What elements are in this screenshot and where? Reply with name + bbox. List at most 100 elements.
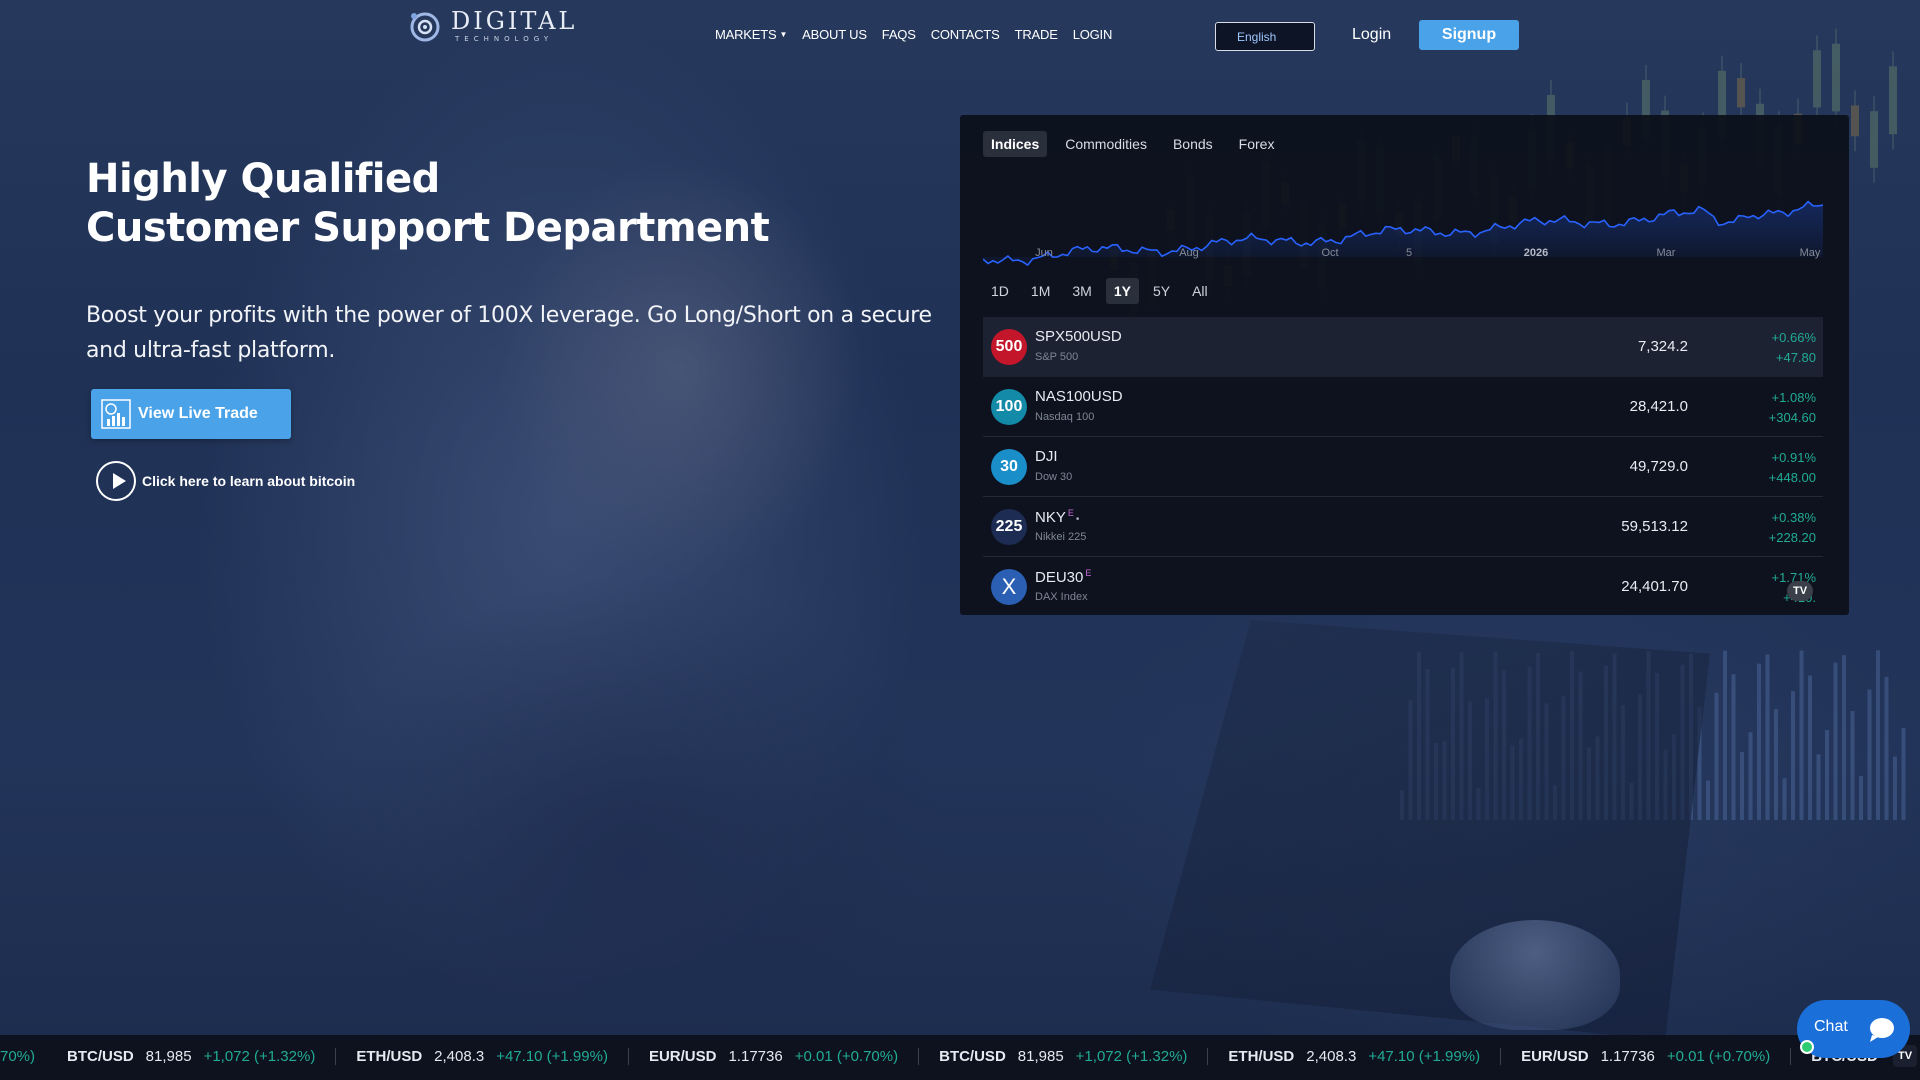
- logo-icon: [410, 12, 440, 42]
- login-button[interactable]: Login: [1352, 26, 1391, 44]
- axis-label-5: 5: [1405, 247, 1413, 259]
- index-price: 59,513.12: [1621, 518, 1688, 535]
- spx500-logo: 500: [991, 329, 1027, 365]
- ticker-price: 81,985: [1017, 1048, 1064, 1065]
- index-symbol-text: NKY: [1035, 509, 1066, 526]
- index-row-deu30[interactable]: X DEU30E DAX Index 24,401.70 +1.71% +410…: [983, 557, 1823, 617]
- hero-subtitle: Boost your profits with the power of 100…: [86, 303, 932, 363]
- nav-markets-label: MARKETS: [715, 27, 777, 42]
- nav-faqs[interactable]: FAQS: [882, 27, 916, 42]
- index-symbol: DJI: [1035, 448, 1058, 465]
- ticker-item[interactable]: BTC/USD 81,985 +1,072 (+1.32%): [47, 1048, 337, 1065]
- range-3m[interactable]: 3M: [1064, 278, 1099, 304]
- brand-logo[interactable]: DIGITAL TECHNOLOGY: [405, 6, 577, 46]
- axis-label-oct: Oct: [1321, 247, 1339, 259]
- nav-about-us[interactable]: ABOUT US: [802, 27, 867, 42]
- index-price: 7,324.2: [1637, 338, 1688, 355]
- ticker-item[interactable]: ETH/USD 2,408.3 +47.10 (+1.99%): [336, 1048, 629, 1065]
- background-candle: [1851, 105, 1859, 137]
- background-volume-bar: [1791, 691, 1795, 820]
- exchange-marker: E: [1067, 508, 1074, 518]
- index-price: 28,421.0: [1629, 398, 1688, 415]
- ticker-item[interactable]: BTC/USD 81,985 +1,072 (+1.32%): [919, 1048, 1209, 1065]
- background-volume-bar: [1893, 756, 1897, 820]
- language-select[interactable]: English: [1215, 22, 1315, 51]
- index-row-spx500[interactable]: 500 SPX500USD S&P 500 7,324.2 +0.66% +47…: [983, 317, 1823, 377]
- background-volume-bar: [1782, 778, 1787, 820]
- background-volume-bar: [1808, 675, 1812, 820]
- axis-label-aug: Aug: [1179, 247, 1199, 259]
- background-volume-bar: [1714, 692, 1719, 820]
- tradingview-logo[interactable]: TV: [1787, 581, 1813, 601]
- axis-label-mar: Mar: [1656, 247, 1676, 259]
- tab-forex[interactable]: Forex: [1231, 131, 1283, 157]
- ticker-item[interactable]: ETH/USD 2,408.3 +47.10 (+1.99%): [1208, 1048, 1502, 1065]
- ticker-price: 2,408.3: [434, 1048, 485, 1065]
- index-symbol: DEU30 E: [1035, 568, 1091, 586]
- background-volume-bar: [1731, 674, 1736, 820]
- axis-label-2026: 2026: [1523, 247, 1549, 259]
- deu30-logo: X: [991, 569, 1027, 605]
- ticker-symbol: ETH/USD: [1228, 1048, 1295, 1065]
- index-symbol-text: DEU30: [1035, 569, 1084, 586]
- index-symbol: NKY E•: [1035, 508, 1079, 526]
- range-5y[interactable]: 5Y: [1145, 278, 1178, 304]
- ticker-change: +0.01 (+0.70%): [1666, 1048, 1771, 1065]
- background-volume-bar: [1757, 663, 1761, 820]
- index-change-abs: +304.60: [1768, 410, 1816, 425]
- ticker-symbol: EUR/USD: [1521, 1048, 1589, 1065]
- background-volume-bar: [1723, 650, 1727, 820]
- background-volume-bar: [1876, 650, 1880, 820]
- chat-widget-button[interactable]: Chat: [1797, 1000, 1910, 1058]
- index-name: S&P 500: [1035, 351, 1079, 363]
- index-row-dji[interactable]: 30 DJI Dow 30 49,729.0 +0.91% +448.00: [983, 437, 1823, 497]
- site-header: DIGITAL TECHNOLOGY MARKETS ▼ ABOUT US FAQ…: [0, 0, 1920, 70]
- background-volume-bar: [1706, 780, 1710, 820]
- range-1m[interactable]: 1M: [1023, 278, 1058, 304]
- brand-name: DIGITAL: [451, 7, 578, 35]
- index-name: Dow 30: [1035, 471, 1073, 483]
- range-all[interactable]: All: [1184, 278, 1216, 304]
- dji-logo: 30: [991, 449, 1027, 485]
- view-live-trade-label: View Live Trade: [138, 405, 258, 422]
- background-mug: [1450, 920, 1620, 1030]
- background-volume-bar: [1867, 689, 1872, 820]
- background-volume-bar: [1842, 655, 1846, 820]
- ticker-item[interactable]: EUR/USD 1.17736 +0.01 (+0.70%): [1501, 1048, 1792, 1065]
- tab-bonds[interactable]: Bonds: [1165, 131, 1221, 157]
- range-1d[interactable]: 1D: [983, 278, 1017, 304]
- index-change: +0.66% +47.80: [1772, 328, 1816, 368]
- ticker-track: BTC/USD 81,985 +1,072 (+1.32%) ETH/USD 2,408…: [47, 1048, 1920, 1065]
- hero-title: Highly Qualified Customer Support Depart…: [86, 155, 770, 253]
- learn-bitcoin-link[interactable]: Click here to learn about bitcoin: [96, 461, 355, 501]
- nav-login[interactable]: LOGIN: [1073, 27, 1113, 42]
- background-volume-bar: [1859, 775, 1863, 820]
- signup-button[interactable]: Signup: [1419, 20, 1519, 50]
- index-row-nas100[interactable]: 100 NAS100USD Nasdaq 100 28,421.0 +1.08%…: [983, 377, 1823, 437]
- index-row-nky[interactable]: 225 NKY E• Nikkei 225 59,513.12 +0.38% +2…: [983, 497, 1823, 557]
- background-volume-bar: [1748, 732, 1753, 820]
- main-nav: MARKETS ▼ ABOUT US FAQS CONTACTS TRADE LO…: [715, 27, 1112, 42]
- tab-commodities[interactable]: Commodities: [1057, 131, 1155, 157]
- view-live-trade-button[interactable]: View Live Trade: [91, 389, 291, 439]
- brand-tagline: TECHNOLOGY: [455, 35, 554, 43]
- background-volume-bar: [1799, 650, 1804, 820]
- ticker-change: +0.01 (+0.70%): [794, 1048, 899, 1065]
- ticker-item[interactable]: EUR/USD 1.17736 +0.01 (+0.70%): [629, 1048, 920, 1065]
- nav-trade[interactable]: TRADE: [1015, 27, 1058, 42]
- background-candle: [1737, 78, 1745, 108]
- index-change-pct: +0.38%: [1771, 510, 1816, 525]
- nav-contacts[interactable]: CONTACTS: [931, 27, 1000, 42]
- chart-x-axis: Jun Aug Oct 5 2026 Mar May: [983, 247, 1823, 267]
- learn-bitcoin-label: Click here to learn about bitcoin: [142, 473, 356, 489]
- axis-label-jun: Jun: [1035, 247, 1053, 259]
- tab-indices[interactable]: Indices: [983, 131, 1048, 157]
- ticker-price: 1.17736: [1600, 1048, 1655, 1065]
- nav-markets[interactable]: MARKETS ▼: [715, 27, 787, 42]
- play-icon[interactable]: [96, 461, 136, 501]
- background-volume-bar: [1825, 730, 1829, 820]
- background-volume-bar: [1901, 727, 1906, 820]
- range-1y[interactable]: 1Y: [1105, 278, 1139, 304]
- background-volume-bar: [1816, 754, 1821, 820]
- index-change-abs: +47.80: [1775, 350, 1816, 365]
